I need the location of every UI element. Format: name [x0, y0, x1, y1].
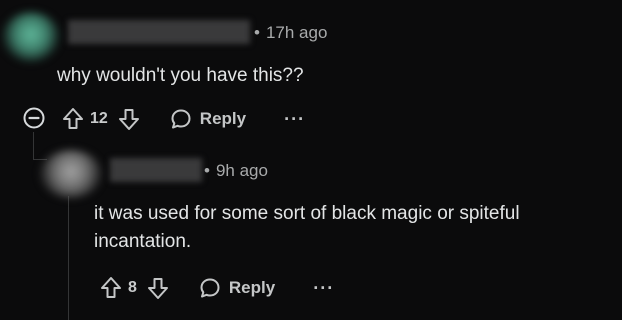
collapse-thread-button[interactable]: [22, 106, 46, 130]
downvote-button[interactable]: [147, 276, 169, 300]
comment-body-line-2: incantation.: [94, 231, 192, 252]
reply-label: Reply: [228, 278, 276, 297]
minus-circle-icon: [22, 106, 46, 130]
avatar[interactable]: [2, 12, 60, 62]
comment-body: why wouldn't you have this??: [57, 65, 304, 86]
arrow-down-icon: [147, 276, 169, 300]
speech-bubble-icon: [170, 108, 192, 130]
comment-timestamp: • 9h ago: [204, 161, 268, 181]
username-redacted[interactable]: [68, 20, 250, 44]
thread-line-root: [33, 132, 34, 160]
avatar[interactable]: [40, 150, 102, 198]
arrow-up-icon: [100, 276, 122, 300]
arrow-down-icon: [118, 107, 140, 131]
comment-timestamp: • 17h ago: [254, 23, 327, 43]
separator-dot: •: [204, 161, 210, 180]
more-options-button[interactable]: ···: [313, 278, 334, 299]
timestamp-text: 17h ago: [265, 23, 328, 42]
vote-count: 12: [90, 110, 108, 127]
reply-label: Reply: [199, 109, 247, 128]
comment-actions: 8 Reply ···: [100, 273, 334, 303]
comment-body: it was used for some sort of black magic…: [94, 200, 520, 256]
comment-actions: 12 Reply ···: [62, 104, 305, 134]
downvote-button[interactable]: [118, 107, 140, 131]
reply-button[interactable]: Reply: [170, 108, 246, 130]
timestamp-text: 9h ago: [215, 161, 268, 180]
ellipsis-icon: ···: [313, 277, 335, 298]
thread-line-child: [68, 196, 69, 320]
separator-dot: •: [254, 23, 260, 42]
reply-button[interactable]: Reply: [199, 277, 275, 299]
upvote-button[interactable]: [62, 107, 84, 131]
username-redacted[interactable]: [110, 158, 202, 182]
upvote-button[interactable]: [100, 276, 122, 300]
vote-count: 8: [128, 279, 137, 296]
ellipsis-icon: ···: [284, 108, 306, 129]
arrow-up-icon: [62, 107, 84, 131]
comment-body-line-1: it was used for some sort of black magic…: [94, 203, 520, 224]
speech-bubble-icon: [199, 277, 221, 299]
more-options-button[interactable]: ···: [284, 109, 305, 130]
